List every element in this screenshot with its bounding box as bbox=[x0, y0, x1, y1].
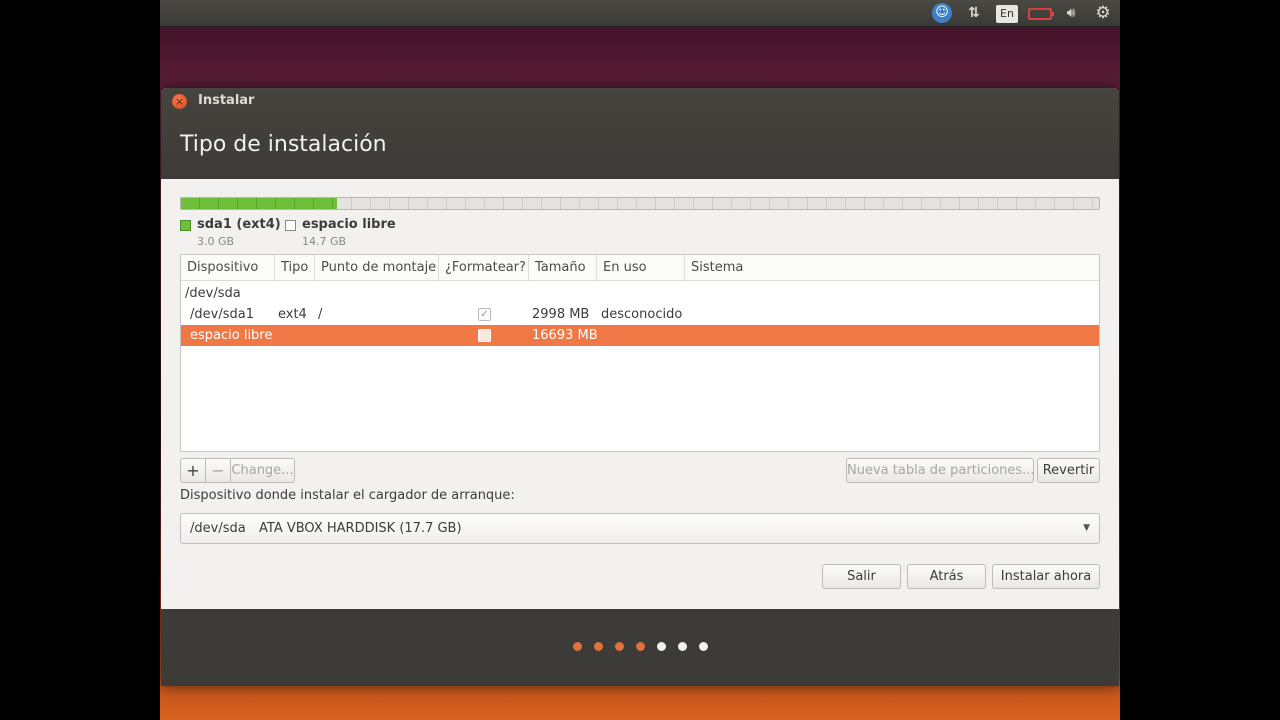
column-header-type[interactable]: Tipo bbox=[275, 255, 315, 281]
table-header: Dispositivo Tipo Punto de montaje ¿Forma… bbox=[181, 255, 1099, 281]
installer-footer bbox=[161, 609, 1119, 686]
back-button[interactable]: Atrás bbox=[907, 564, 986, 589]
page-title: Tipo de instalación bbox=[180, 132, 387, 157]
legend-name: espacio libre bbox=[302, 217, 396, 232]
chevron-down-icon: ▼ bbox=[1083, 523, 1090, 533]
size-cell: 16693 MB bbox=[532, 328, 598, 343]
keyboard-language-indicator[interactable]: En bbox=[996, 5, 1018, 23]
progress-dot-completed bbox=[636, 642, 645, 651]
column-header-device[interactable]: Dispositivo bbox=[181, 255, 275, 281]
legend-size: 3.0 GB bbox=[197, 235, 235, 248]
progress-dot-pending bbox=[699, 642, 708, 651]
bootloader-device-select[interactable]: /dev/sda ATA VBOX HARDDISK (17.7 GB) ▼ bbox=[180, 513, 1100, 544]
top-panel: ☺ ⇅ En 🔊︎ ⚙ bbox=[160, 0, 1120, 27]
size-cell: 2998 MB bbox=[532, 307, 590, 322]
used-cell: desconocido bbox=[601, 307, 683, 322]
device-cell: espacio libre bbox=[190, 328, 273, 343]
disk-usage-fill-sda1 bbox=[181, 198, 338, 209]
legend-swatch bbox=[180, 220, 191, 231]
desktop: ☺ ⇅ En 🔊︎ ⚙ × Instalar Tipo de instalaci… bbox=[160, 0, 1120, 720]
new-partition-table-button[interactable]: Nueva tabla de particiones... bbox=[846, 458, 1035, 483]
partition-table[interactable]: Dispositivo Tipo Punto de montaje ¿Forma… bbox=[180, 254, 1100, 452]
column-header-format[interactable]: ¿Formatear? bbox=[439, 255, 529, 281]
step-progress-dots bbox=[573, 642, 713, 652]
revert-button[interactable]: Revertir bbox=[1037, 458, 1100, 483]
battery-icon[interactable] bbox=[1028, 8, 1054, 20]
table-row[interactable]: /dev/sda1 ext4 / ✓ 2998 MB desconocido bbox=[181, 304, 1099, 325]
table-row-selected[interactable]: espacio libre 16693 MB bbox=[181, 325, 1099, 346]
column-header-mount[interactable]: Punto de montaje bbox=[315, 255, 439, 281]
device-cell: /dev/sda bbox=[185, 286, 241, 301]
bootloader-device: /dev/sda bbox=[190, 521, 246, 536]
table-row-disk[interactable]: /dev/sda bbox=[181, 283, 1099, 304]
format-checkbox[interactable]: ✓ bbox=[478, 308, 491, 321]
bootloader-label: Dispositivo donde instalar el cargador d… bbox=[180, 488, 515, 503]
window-titlebar: × Instalar Tipo de instalación bbox=[161, 88, 1119, 179]
close-icon[interactable]: × bbox=[172, 94, 187, 109]
column-header-used[interactable]: En uso bbox=[597, 255, 685, 281]
network-icon[interactable]: ⇅ bbox=[963, 4, 985, 23]
progress-dot-completed bbox=[615, 642, 624, 651]
disk-usage-bar bbox=[180, 197, 1100, 210]
format-checkbox[interactable] bbox=[478, 329, 491, 342]
installation-type-panel: sda1 (ext4) 3.0 GB espacio libre 14.7 GB… bbox=[161, 179, 1119, 609]
progress-dot-completed bbox=[594, 642, 603, 651]
legend-size: 14.7 GB bbox=[302, 235, 347, 248]
add-partition-button[interactable]: + bbox=[180, 458, 206, 483]
change-partition-button[interactable]: Change... bbox=[230, 458, 295, 483]
mount-cell: / bbox=[318, 307, 323, 322]
legend-swatch bbox=[285, 220, 296, 231]
column-header-system[interactable]: Sistema bbox=[685, 255, 1099, 281]
installer-window: × Instalar Tipo de instalación sda1 (ext… bbox=[161, 88, 1119, 686]
volume-icon[interactable]: 🔊︎ bbox=[1060, 4, 1082, 23]
window-title: Instalar bbox=[198, 93, 255, 108]
remove-partition-button[interactable]: − bbox=[205, 458, 231, 483]
install-now-button[interactable]: Instalar ahora bbox=[992, 564, 1100, 589]
device-cell: /dev/sda1 bbox=[190, 307, 254, 322]
type-cell: ext4 bbox=[278, 307, 307, 322]
gear-icon[interactable]: ⚙ bbox=[1093, 4, 1113, 23]
legend-name: sda1 (ext4) bbox=[197, 217, 281, 232]
bootloader-device-description: ATA VBOX HARDDISK (17.7 GB) bbox=[259, 521, 462, 536]
progress-dot-pending bbox=[657, 642, 666, 651]
quit-button[interactable]: Salir bbox=[822, 564, 901, 589]
column-header-size[interactable]: Tamaño bbox=[529, 255, 597, 281]
progress-dot-completed bbox=[573, 642, 582, 651]
progress-dot-pending bbox=[678, 642, 687, 651]
accessibility-icon[interactable]: ☺ bbox=[932, 3, 952, 23]
